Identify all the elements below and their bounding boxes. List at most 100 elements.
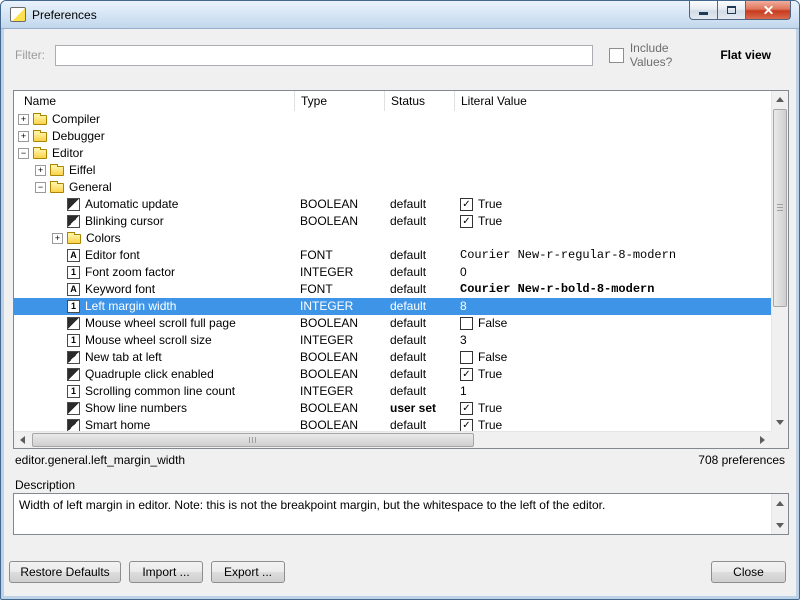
value-text: Courier New-r-regular-8-modern [460,247,676,264]
tree-row[interactable]: − General [14,179,771,196]
boolean-pref-icon [67,368,80,381]
tree-cell-name: + Debugger [14,128,294,145]
preference-type [294,179,384,196]
horizontal-scrollbar[interactable] [14,431,771,448]
preference-status [384,179,454,196]
preference-type: BOOLEAN [294,400,384,417]
folder-icon [33,115,47,125]
tree-row[interactable]: Blinking cursorBOOLEANdefault✓True [14,213,771,230]
selected-preference-path: editor.general.left_margin_width [15,453,185,467]
horizontal-scroll-thumb[interactable] [32,433,474,447]
value-checkbox[interactable]: ✓ [460,419,473,431]
value-checkbox[interactable]: ✓ [460,215,473,228]
preference-value [454,111,771,128]
scroll-down-button[interactable] [772,414,788,431]
collapse-icon[interactable]: − [35,182,46,193]
preference-type [294,162,384,179]
folder-icon [33,132,47,142]
tree-row[interactable]: Mouse wheel scroll full pageBOOLEANdefau… [14,315,771,332]
description-scroll-down-button[interactable] [772,517,788,533]
tree-cell-name: Quadruple click enabled [14,366,294,383]
tree-row[interactable]: 1Scrolling common line countINTEGERdefau… [14,383,771,400]
scroll-up-button[interactable] [772,91,788,108]
vertical-scroll-thumb[interactable] [773,109,787,307]
column-header-literal-value[interactable]: Literal Value [454,91,771,111]
tree-row[interactable]: + Debugger [14,128,771,145]
tree-row[interactable]: Smart homeBOOLEANdefault✓True [14,417,771,431]
filter-toolbar: Filter: Include Values? Flat view [13,43,787,67]
preference-type: FONT [294,247,384,264]
preference-name: Compiler [52,111,100,128]
restore-defaults-button[interactable]: Restore Defaults [9,561,121,583]
preference-name: Debugger [52,128,105,145]
tree-cell-name: − General [14,179,294,196]
expand-icon[interactable]: + [35,165,46,176]
preference-name: Eiffel [69,162,95,179]
tree-row[interactable]: +Colors [14,230,771,247]
scroll-right-button[interactable] [754,432,771,448]
preference-status: default [384,247,454,264]
filter-input[interactable] [55,45,593,66]
minimize-button[interactable] [689,1,718,20]
value-label: True [478,400,502,417]
minimize-icon [699,12,708,15]
value-text: 3 [460,332,467,349]
value-checkbox[interactable]: ✓ [460,402,473,415]
collapse-icon[interactable]: − [18,148,29,159]
tree-row[interactable]: Quadruple click enabledBOOLEANdefault✓Tr… [14,366,771,383]
tree-row[interactable]: 1Font zoom factorINTEGERdefault0 [14,264,771,281]
folder-icon [67,234,81,244]
value-checkbox[interactable] [460,351,473,364]
integer-pref-icon: 1 [67,266,80,279]
tree-cell-name: 1Mouse wheel scroll size [14,332,294,349]
include-values-label: Include Values? [630,41,714,69]
tree-row[interactable]: AKeyword fontFONTdefaultCourier New-r-bo… [14,281,771,298]
description-scrollbar[interactable] [771,494,788,534]
expand-icon[interactable]: + [18,131,29,142]
export-button[interactable]: Export ... [211,561,285,583]
preference-value: 3 [454,332,771,349]
tree-body: + Compiler + Debugger−Editor + Eiffel − General… [14,111,771,431]
tree-row[interactable]: 1Left margin widthINTEGERdefault8 [14,298,771,315]
expand-icon[interactable]: + [52,233,63,244]
tree-row[interactable]: AEditor fontFONTdefaultCourier New-r-reg… [14,247,771,264]
flat-view-button[interactable]: Flat view [714,46,777,64]
value-checkbox[interactable] [460,317,473,330]
titlebar[interactable]: Preferences [1,1,799,29]
preference-value: 0 [454,264,771,281]
vertical-scrollbar[interactable] [771,91,788,431]
column-header-type[interactable]: Type [294,91,384,111]
description-scroll-up-button[interactable] [772,495,788,511]
preference-name: General [69,179,112,196]
preference-type: BOOLEAN [294,366,384,383]
font-pref-icon: A [67,249,80,262]
maximize-button[interactable] [718,1,746,20]
column-header-status[interactable]: Status [384,91,454,111]
preference-status: user set [384,400,454,417]
tree-cell-name: Blinking cursor [14,213,294,230]
tree-row[interactable]: New tab at leftBOOLEANdefaultFalse [14,349,771,366]
value-checkbox[interactable]: ✓ [460,198,473,211]
tree-row[interactable]: 1Mouse wheel scroll sizeINTEGERdefault3 [14,332,771,349]
scroll-left-button[interactable] [14,432,31,448]
expand-icon[interactable]: + [18,114,29,125]
boolean-pref-icon [67,317,80,330]
preference-name: New tab at left [85,349,162,366]
tree-row[interactable]: Automatic updateBOOLEANdefault✓True [14,196,771,213]
tree-row[interactable]: Show line numbersBOOLEANuser set✓True [14,400,771,417]
preference-name: Mouse wheel scroll size [85,332,212,349]
value-checkbox[interactable]: ✓ [460,368,473,381]
import-button[interactable]: Import ... [129,561,203,583]
close-button[interactable] [746,1,791,20]
value-text: 0 [460,264,467,281]
folder-icon [50,183,64,193]
close-dialog-button[interactable]: Close [711,561,786,583]
tree-row[interactable]: + Eiffel [14,162,771,179]
preference-status [384,128,454,145]
include-values-checkbox[interactable] [609,48,624,63]
value-label: False [478,315,507,332]
tree-row[interactable]: −Editor [14,145,771,162]
column-header-name[interactable]: Name [14,91,294,111]
tree-row[interactable]: + Compiler [14,111,771,128]
filter-label: Filter: [15,48,45,62]
